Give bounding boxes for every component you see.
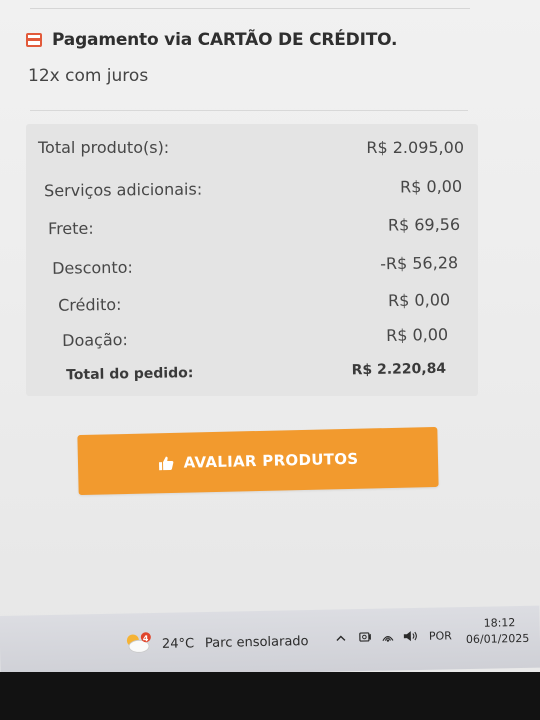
summary-label: Total produto(s): [38, 138, 170, 157]
taskbar: 4 24°C Parc ensolarado POR 18:12 06/01/2… [0, 605, 540, 678]
order-summary: Total produto(s): R$ 2.095,00 Serviços a… [26, 124, 478, 396]
summary-value: R$ 2.095,00 [366, 138, 464, 157]
divider [30, 110, 468, 111]
wifi-icon[interactable] [381, 629, 395, 643]
summary-row-services: Serviços adicionais: R$ 0,00 [44, 177, 462, 200]
speaker-icon[interactable] [403, 629, 419, 643]
order-total-label: Total do pedido: [66, 365, 194, 384]
summary-label: Frete: [48, 218, 94, 239]
summary-label: Serviços adicionais: [44, 179, 203, 201]
monitor-bezel [0, 672, 540, 720]
screen: Pagamento via CARTÃO DE CRÉDITO. 12x com… [0, 0, 540, 640]
summary-value: R$ 0,00 [385, 324, 449, 345]
rate-products-label: AVALIAR PRODUTOS [183, 449, 359, 472]
installments-text: 12x com juros [28, 66, 149, 86]
summary-label: Desconto: [52, 257, 133, 278]
summary-value: R$ 69,56 [387, 214, 461, 235]
weather-badge: 4 [142, 634, 149, 644]
summary-row-total: Total do pedido: R$ 2.220,84 [66, 361, 446, 384]
clock-time[interactable]: 18:12 [484, 616, 516, 630]
camera-icon[interactable] [358, 630, 372, 644]
divider [30, 8, 470, 9]
weather-temperature[interactable]: 24°C [162, 636, 194, 652]
clock-date[interactable]: 06/01/2025 [466, 632, 530, 646]
thumbs-up-icon [158, 456, 173, 471]
summary-label: Doação: [62, 329, 129, 351]
summary-value: R$ 0,00 [387, 290, 451, 311]
weather-icon[interactable] [124, 631, 154, 656]
summary-row-credit: Crédito: R$ 0,00 [58, 290, 450, 314]
rate-products-button[interactable]: AVALIAR PRODUTOS [77, 426, 439, 496]
payment-title: Pagamento via CARTÃO DE CRÉDITO. [52, 30, 398, 50]
chevron-up-icon[interactable] [335, 632, 347, 644]
payment-header: Pagamento via CARTÃO DE CRÉDITO. [26, 30, 397, 50]
input-language[interactable]: POR [429, 629, 452, 642]
summary-label: Crédito: [58, 294, 122, 315]
weather-description[interactable]: Parc ensolarado [205, 634, 309, 651]
summary-value: -R$ 56,28 [380, 253, 459, 274]
credit-card-icon [26, 33, 42, 47]
summary-row-shipping: Frete: R$ 69,56 [48, 215, 460, 238]
summary-row-donation: Doação: R$ 0,00 [62, 325, 448, 350]
summary-row-discount: Desconto: -R$ 56,28 [52, 253, 458, 278]
summary-value: R$ 0,00 [399, 176, 463, 197]
order-total-value: R$ 2.220,84 [351, 360, 447, 379]
